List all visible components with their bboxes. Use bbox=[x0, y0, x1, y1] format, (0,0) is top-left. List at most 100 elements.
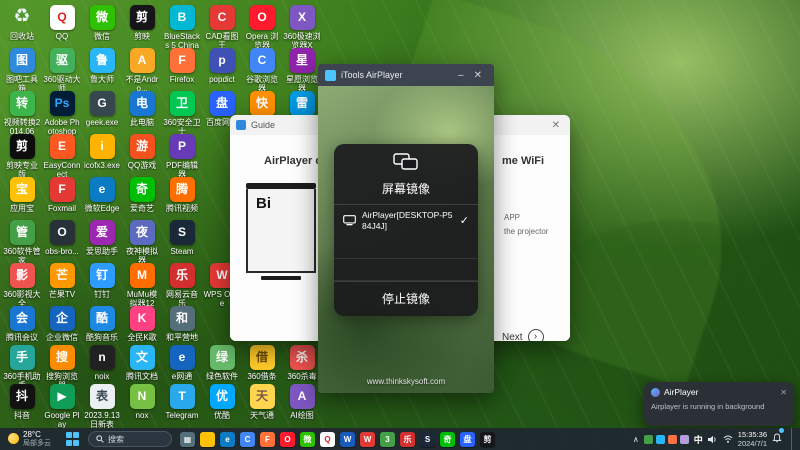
ime-indicator[interactable]: 中 bbox=[694, 433, 703, 446]
desktop-icon-应用宝[interactable]: 宝应用宝 bbox=[3, 177, 41, 213]
desktop-icon-天气通[interactable]: 天天气通 bbox=[243, 384, 281, 420]
desktop-icon-nox[interactable]: Nnox bbox=[123, 384, 161, 420]
airplayer-titlebar[interactable]: iTools AirPlayer – ✕ bbox=[318, 64, 494, 86]
notification-toast[interactable]: AirPlayer ✕ Airplayer is running in back… bbox=[644, 382, 794, 426]
desktop-icon-腾讯会议[interactable]: 会腾讯会议 bbox=[3, 306, 41, 342]
taskbar-app-Steam[interactable]: S bbox=[420, 432, 435, 447]
desktop-icon-360借条[interactable]: 借360借条 bbox=[243, 345, 281, 381]
desktop-icon-Google Play[interactable]: ▶Google Play bbox=[43, 384, 81, 429]
taskbar-weather-widget[interactable]: 28°C 局部多云 bbox=[4, 430, 55, 447]
desktop-icon-2023.9.13日新表[interactable]: 表2023.9.13日新表 bbox=[83, 384, 121, 429]
desktop-icon-QQ[interactable]: QQQ bbox=[43, 5, 81, 41]
notification-bell-icon[interactable] bbox=[772, 430, 782, 448]
stop-mirroring-button[interactable]: 停止镜像 bbox=[334, 281, 478, 316]
taskbar-app-文件资源管理器[interactable] bbox=[200, 432, 215, 447]
taskbar-app-Firefox[interactable]: F bbox=[260, 432, 275, 447]
desktop-icon-爱思助手[interactable]: 爱爱思助手 bbox=[83, 220, 121, 256]
desktop-icon-腾讯视频[interactable]: 腾腾讯视频 bbox=[163, 177, 201, 213]
taskbar-app-谷歌浏览器[interactable]: C bbox=[240, 432, 255, 447]
desktop-icon-网易云音乐[interactable]: 乐网易云音乐 bbox=[163, 263, 201, 308]
desktop-icon-绿色软件[interactable]: 绿绿色软件 bbox=[203, 345, 241, 381]
desktop-icon-EasyConnect[interactable]: EEasyConnect bbox=[43, 134, 81, 179]
taskbar-app-任务视图[interactable]: ▦ bbox=[180, 432, 195, 447]
desktop-icon-CAD看图王[interactable]: CCAD看图王 bbox=[203, 5, 241, 50]
volume-icon[interactable] bbox=[708, 435, 718, 444]
close-icon[interactable]: ✕ bbox=[548, 120, 564, 131]
desktop-icon-geek.exe[interactable]: Ggeek.exe bbox=[83, 91, 121, 127]
desktop-icon-剪映[interactable]: 剪剪映 bbox=[123, 5, 161, 41]
show-desktop-button[interactable] bbox=[791, 428, 794, 450]
desktop-icon-星愿浏览器[interactable]: 星星愿浏览器 bbox=[283, 48, 321, 93]
desktop-icon-此电脑[interactable]: 电此电脑 bbox=[123, 91, 161, 127]
desktop-icon-图吧工具箱[interactable]: 图图吧工具箱 bbox=[3, 48, 41, 93]
taskbar-clock[interactable]: 15:35:36 2024/7/1 bbox=[738, 430, 767, 448]
desktop-icon-不是Andro...[interactable]: A不是Andro... bbox=[123, 48, 161, 93]
desktop-icon-360驱动大师[interactable]: 驱360驱动大师 bbox=[43, 48, 81, 93]
taskbar-app-百度网盘[interactable]: 盘 bbox=[460, 432, 475, 447]
desktop-icon-Steam[interactable]: SSteam bbox=[163, 220, 201, 256]
taskbar-app-Microsoft Edge[interactable]: e bbox=[220, 432, 235, 447]
taskbar-app-Word[interactable]: W bbox=[340, 432, 355, 447]
desktop-icon-Foxmail[interactable]: FFoxmail bbox=[43, 177, 81, 213]
desktop-icon-腾讯文档[interactable]: 文腾讯文档 bbox=[123, 345, 161, 381]
desktop-icon-BlueStacks 5 China[interactable]: BBlueStacks 5 China bbox=[163, 5, 201, 50]
tray-icon-下载工具[interactable] bbox=[668, 435, 677, 444]
next-button[interactable]: Next › bbox=[502, 329, 544, 341]
mirror-device-row[interactable]: AirPlayer[DESKTOP-P584J4J] ✓ bbox=[334, 205, 478, 236]
desktop-icon-e网通[interactable]: ee网通 bbox=[163, 345, 201, 381]
desktop-icon-Opera 浏览器[interactable]: OOpera 浏览器 bbox=[243, 5, 281, 50]
desktop-icon-PDF编辑器[interactable]: PPDF编辑器 bbox=[163, 134, 201, 179]
taskbar-app-WPS[interactable]: W bbox=[360, 432, 375, 447]
desktop-icon-微信[interactable]: 微微信 bbox=[83, 5, 121, 41]
desktop-icon-QQ游戏[interactable]: 游QQ游戏 bbox=[123, 134, 161, 170]
desktop-icon-全民K歌[interactable]: K全民K歌 bbox=[123, 306, 161, 342]
desktop-icon-酷狗音乐[interactable]: 酷酷狗音乐 bbox=[83, 306, 121, 342]
desktop-icon-Firefox[interactable]: FFirefox bbox=[163, 48, 201, 84]
desktop-icon-360杀毒[interactable]: 杀360杀毒 bbox=[283, 345, 321, 381]
minimize-icon[interactable]: – bbox=[453, 70, 469, 81]
desktop-icon-360软件管家[interactable]: 管360软件管家 bbox=[3, 220, 41, 265]
taskbar-app-爱奇艺[interactable]: 奇 bbox=[440, 432, 455, 447]
desktop-icon-360影视大全[interactable]: 影360影视大全 bbox=[3, 263, 41, 308]
desktop-icon-AI绘图[interactable]: AAI绘图 bbox=[283, 384, 321, 420]
desktop-icon-鲁大师[interactable]: 鲁鲁大师 bbox=[83, 48, 121, 84]
taskbar-app-剪映[interactable]: 剪 bbox=[480, 432, 495, 447]
tray-icon-输入法工具[interactable] bbox=[680, 435, 689, 444]
desktop-icon-和平营地[interactable]: 和和平营地 bbox=[163, 306, 201, 342]
start-button[interactable] bbox=[65, 432, 80, 447]
desktop-icon-Telegram[interactable]: TTelegram bbox=[163, 384, 201, 420]
taskbar-app-360浏览器[interactable]: 3 bbox=[380, 432, 395, 447]
desktop-icon-抖音[interactable]: 抖抖音 bbox=[3, 384, 41, 420]
desktop-icon-noix[interactable]: nnoix bbox=[83, 345, 121, 381]
desktop-icon-obs-bro...[interactable]: Oobs-bro... bbox=[43, 220, 81, 256]
taskbar-search[interactable]: 搜索 bbox=[88, 431, 172, 447]
desktop-icon-夜神模拟器[interactable]: 夜夜神模拟器 bbox=[123, 220, 161, 265]
desktop-icon-企业微信[interactable]: 企企业微信 bbox=[43, 306, 81, 342]
close-icon[interactable]: ✕ bbox=[469, 70, 487, 81]
close-icon[interactable]: ✕ bbox=[780, 388, 787, 397]
desktop-icon-icofx3.exe[interactable]: iicofx3.exe bbox=[83, 134, 121, 170]
taskbar-app-微信[interactable]: 微 bbox=[300, 432, 315, 447]
desktop-icon-360极速浏览器X[interactable]: X360极速浏览器X bbox=[283, 5, 321, 50]
desktop-icon-爱奇艺[interactable]: 奇爱奇艺 bbox=[123, 177, 161, 213]
desktop-icon-回收站[interactable]: ♻回收站 bbox=[3, 5, 41, 41]
taskbar-app-网易云音乐[interactable]: 乐 bbox=[400, 432, 415, 447]
tray-icon-安全卫士[interactable] bbox=[644, 435, 653, 444]
tray-overflow-icon[interactable]: ∧ bbox=[633, 435, 639, 444]
app-icon-glyph: M bbox=[130, 263, 155, 288]
taskbar-app-QQ[interactable]: Q bbox=[320, 432, 335, 447]
desktop-icon-芒果TV[interactable]: 芒芒果TV bbox=[43, 263, 81, 299]
taskbar-app-Opera[interactable]: O bbox=[280, 432, 295, 447]
desktop-icon-谷歌浏览器[interactable]: C谷歌浏览器 bbox=[243, 48, 281, 93]
desktop-icon-MuMu模拟器12[interactable]: MMuMu模拟器12 bbox=[123, 263, 161, 308]
desktop-icon-钉钉[interactable]: 钉钉钉 bbox=[83, 263, 121, 299]
tray-icon-网盘[interactable] bbox=[656, 435, 665, 444]
desktop-icon-优酷[interactable]: 优优酷 bbox=[203, 384, 241, 420]
desktop-icon-360安全卫士[interactable]: 卫360安全卫士 bbox=[163, 91, 201, 136]
desktop-icon-popdict[interactable]: ppopdict bbox=[203, 48, 241, 84]
desktop-icon-Adobe Photoshop[interactable]: PsAdobe Photoshop bbox=[43, 91, 81, 136]
desktop-icon-微软Edge[interactable]: e微软Edge bbox=[83, 177, 121, 213]
desktop-icon-视频转换2014.06[interactable]: 转视频转换2014.06 bbox=[3, 91, 41, 136]
network-icon[interactable] bbox=[723, 435, 733, 443]
desktop-icon-剪映专业版[interactable]: 剪剪映专业版 bbox=[3, 134, 41, 179]
